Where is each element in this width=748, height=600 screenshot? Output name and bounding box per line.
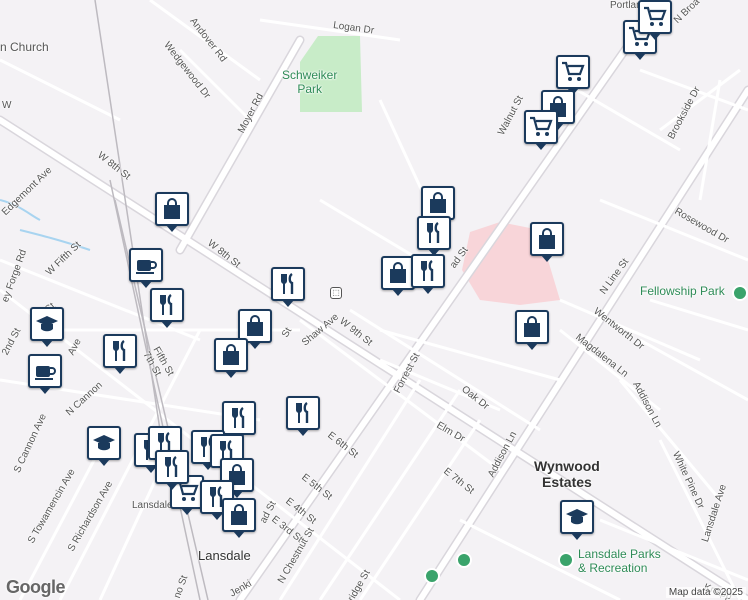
- cafe-pin-icon[interactable]: [28, 354, 62, 394]
- shopping-bag-pin-icon[interactable]: [421, 186, 455, 226]
- restaurant-pin-icon[interactable]: [155, 450, 189, 490]
- shopping-bag-pin-icon[interactable]: [530, 222, 564, 262]
- wynwood-estates-label: Wynwood Estates: [534, 458, 600, 490]
- shopping-cart-pin-icon[interactable]: [556, 55, 590, 95]
- school-pin-icon[interactable]: [87, 426, 121, 466]
- shopping-cart-pin-icon[interactable]: [638, 0, 672, 40]
- recreation-icon: [558, 552, 574, 568]
- restaurant-pin-icon[interactable]: [411, 254, 445, 294]
- shopping-bag-pin-icon[interactable]: [381, 256, 415, 296]
- restaurant-pin-icon[interactable]: [417, 216, 451, 256]
- major-roads: [0, 0, 748, 600]
- google-logo: Google: [6, 577, 66, 597]
- lansdale-city-label: Lansdale: [198, 548, 251, 563]
- w-partial-label: W: [2, 100, 12, 111]
- shopping-bag-pin-icon[interactable]: [222, 498, 256, 538]
- park-icon: [732, 285, 748, 301]
- restaurant-pin-icon[interactable]: [286, 396, 320, 436]
- major-road-outlines: [0, 0, 748, 600]
- map-attribution: Map data ©2025: [665, 587, 746, 598]
- lansdale-parks-recreation-label: Lansdale Parks & Recreation: [578, 547, 661, 575]
- park-icon-2: [456, 552, 472, 568]
- lansdale-small-label: Lansdale: [132, 500, 173, 511]
- school-pin-icon[interactable]: [560, 500, 594, 540]
- school-pin-icon[interactable]: [30, 307, 64, 347]
- schweiker-park-label: Schweiker Park: [282, 68, 338, 96]
- fellowship-park-label: Fellowship Park: [640, 284, 725, 298]
- minor-roads: [0, 0, 748, 600]
- restaurant-pin-icon[interactable]: [103, 334, 137, 374]
- map-canvas[interactable]: n Church Logan Dr Andover Rd Wedgewood D…: [0, 0, 748, 600]
- tree-icon: [424, 568, 440, 584]
- cafe-pin-icon[interactable]: [129, 248, 163, 288]
- restaurant-pin-icon[interactable]: [222, 401, 256, 441]
- restaurant-pin-icon[interactable]: [150, 288, 184, 328]
- church-label: n Church: [0, 40, 49, 54]
- shopping-bag-pin-icon[interactable]: [515, 310, 549, 350]
- map-base-layer: [0, 0, 748, 600]
- shopping-bag-pin-icon[interactable]: [155, 192, 189, 232]
- shopping-bag-pin-icon[interactable]: [214, 338, 248, 378]
- restaurant-pin-icon[interactable]: [271, 267, 305, 307]
- train-station-icon: ⬚: [330, 287, 342, 299]
- shopping-cart-pin-icon[interactable]: [524, 110, 558, 150]
